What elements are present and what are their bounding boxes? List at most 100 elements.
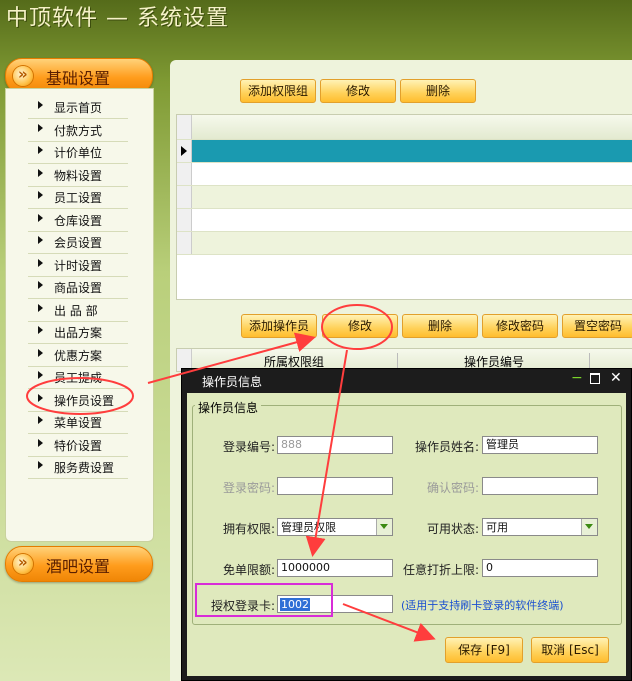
row-indicator — [177, 140, 192, 162]
expand-icon — [13, 65, 33, 86]
delete-group-button[interactable]: 删除 — [400, 79, 476, 103]
sidebar-item-label: 仓库设置 — [54, 213, 103, 228]
sidebar-item-label: 出 品 部 — [54, 303, 98, 318]
add-operator-button[interactable]: 添加操作员 — [241, 314, 317, 338]
permission-value: 管理员权限 — [281, 521, 336, 534]
free-limit-input[interactable] — [277, 559, 393, 577]
arrow-right-icon — [38, 348, 43, 357]
maximize-icon[interactable] — [590, 373, 600, 384]
row-indicator — [177, 209, 192, 231]
operator-name-label: 操作员姓名: — [414, 440, 479, 454]
discount-limit-label: 任意打折上限: — [402, 563, 479, 577]
login-no-input[interactable] — [277, 436, 393, 454]
clear-password-button[interactable]: 置空密码 — [562, 314, 632, 338]
login-no-label: 登录编号: — [222, 440, 275, 454]
sidebar-item[interactable]: 物料设置 — [28, 164, 128, 187]
window-title: 中顶软件 — 系统设置 — [6, 6, 229, 31]
dialog-titlebar[interactable]: 操作员信息 − ✕ — [182, 369, 631, 391]
operator-dialog: 操作员信息 − ✕ 操作员信息 登录编号: 操作员姓名: 登录密码: 确认密码:… — [181, 368, 632, 681]
grid-header — [177, 115, 632, 140]
chevron-down-icon[interactable] — [581, 519, 597, 535]
arrow-right-icon — [38, 461, 43, 469]
expand-icon — [13, 553, 33, 574]
sidebar-item-label: 计价单位 — [54, 146, 103, 160]
password-input[interactable] — [277, 477, 393, 495]
minimize-icon[interactable]: − — [571, 370, 583, 386]
sidebar-item[interactable]: 商品设置 — [28, 276, 128, 299]
discount-limit-input[interactable] — [482, 559, 598, 577]
close-icon[interactable]: ✕ — [610, 370, 622, 386]
permission-group-grid[interactable] — [176, 114, 632, 300]
sidebar-item[interactable]: 出 品 部 — [28, 299, 128, 322]
permission-label: 拥有权限: — [222, 522, 275, 536]
table-row[interactable] — [177, 232, 632, 255]
sidebar-item[interactable]: 员工设置 — [28, 186, 128, 209]
add-permission-group-button[interactable]: 添加权限组 — [240, 79, 316, 103]
cancel-button[interactable]: 取消 [Esc] — [531, 637, 609, 663]
sidebar-item[interactable]: 优惠方案 — [28, 344, 128, 367]
fieldset-title: 操作员信息 — [195, 399, 262, 416]
arrow-right-icon — [38, 393, 43, 402]
sidebar-item-label: 菜单设置 — [54, 416, 103, 430]
arrow-right-icon — [38, 123, 43, 132]
table-row[interactable] — [177, 140, 632, 163]
delete-operator-button[interactable]: 删除 — [402, 314, 478, 338]
sidebar-item[interactable]: 会员设置 — [28, 231, 128, 254]
sidebar-item-label: 付款方式 — [54, 123, 103, 138]
sidebar-item-label: 员工设置 — [54, 191, 103, 205]
permission-select[interactable]: 管理员权限 — [277, 518, 393, 536]
sidebar-item[interactable]: 显示首页 — [28, 96, 128, 119]
arrow-right-icon — [38, 326, 43, 334]
sidebar-item[interactable]: 菜单设置 — [28, 411, 128, 434]
status-select[interactable]: 可用 — [482, 518, 598, 536]
sidebar-item-label: 计时设置 — [54, 258, 103, 273]
confirm-password-label: 确认密码: — [426, 481, 479, 495]
operator-name-input[interactable] — [482, 436, 598, 454]
grid-header-icon — [177, 115, 192, 139]
arrow-right-icon — [38, 236, 43, 244]
edit-operator-button[interactable]: 修改 — [322, 314, 398, 338]
save-button[interactable]: 保存 [F9] — [445, 637, 523, 663]
sidebar-item-label: 服务费设置 — [54, 461, 115, 475]
arrow-right-icon — [38, 258, 43, 267]
sidebar-item[interactable]: 付款方式 — [28, 119, 128, 142]
auth-card-input[interactable]: 1002 — [277, 595, 393, 613]
chevron-down-icon[interactable] — [376, 519, 392, 535]
menu-group-label: 酒吧设置 — [46, 557, 111, 576]
status-label: 可用状态: — [426, 522, 479, 536]
arrow-right-icon — [38, 371, 43, 379]
sidebar-item[interactable]: 出品方案 — [28, 321, 128, 344]
sidebar-item[interactable]: 计时设置 — [28, 254, 128, 277]
free-limit-label: 免单限额: — [222, 563, 275, 577]
dialog-title: 操作员信息 — [202, 375, 263, 389]
sidebar-item[interactable]: 操作员设置 — [28, 389, 128, 412]
sidebar-item-label: 出品方案 — [54, 326, 103, 340]
sidebar-item[interactable]: 员工提成 — [28, 366, 128, 389]
status-value: 可用 — [486, 521, 508, 534]
menu-group-label: 基础设置 — [46, 69, 111, 88]
arrow-right-icon — [38, 303, 43, 312]
edit-group-button[interactable]: 修改 — [320, 79, 396, 103]
sidebar-item[interactable]: 计价单位 — [28, 141, 128, 164]
sidebar: 显示首页付款方式计价单位物料设置员工设置仓库设置会员设置计时设置商品设置出 品 … — [5, 88, 154, 542]
menu-group-bar[interactable]: 酒吧设置 — [5, 546, 153, 582]
dialog-body: 操作员信息 登录编号: 操作员姓名: 登录密码: 确认密码: 拥有权限: 管理员… — [187, 393, 626, 676]
sidebar-item[interactable]: 仓库设置 — [28, 209, 128, 232]
table-row[interactable] — [177, 163, 632, 186]
change-password-button[interactable]: 修改密码 — [482, 314, 558, 338]
sidebar-item-label: 优惠方案 — [54, 348, 103, 363]
arrow-right-icon — [38, 213, 43, 222]
arrow-right-icon — [38, 438, 43, 447]
current-row-icon — [181, 146, 187, 156]
sidebar-item[interactable]: 特价设置 — [28, 434, 128, 457]
arrow-right-icon — [38, 101, 43, 109]
sidebar-item-label: 物料设置 — [54, 168, 103, 183]
confirm-password-input[interactable] — [482, 477, 598, 495]
table-row[interactable] — [177, 186, 632, 209]
table-row[interactable] — [177, 209, 632, 232]
sidebar-item[interactable]: 服务费设置 — [28, 456, 128, 479]
sidebar-item-label: 特价设置 — [54, 438, 103, 453]
sidebar-item-label: 操作员设置 — [54, 393, 115, 408]
row-indicator — [177, 186, 192, 208]
auth-card-label: 授权登录卡: — [210, 599, 275, 613]
